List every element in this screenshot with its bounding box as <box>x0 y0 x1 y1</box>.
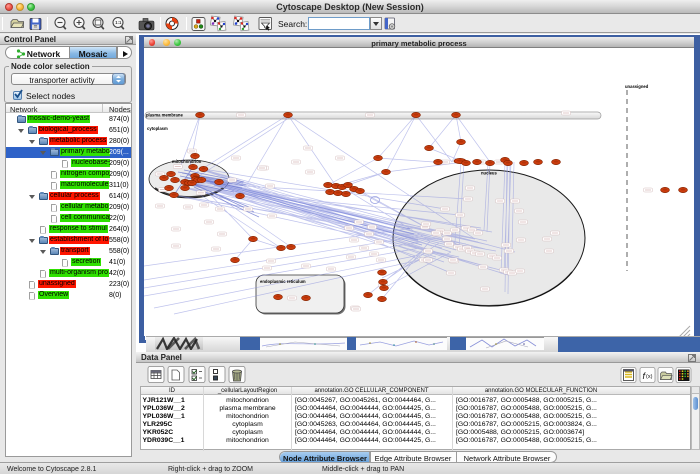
svg-text:(x): (x) <box>646 374 653 380</box>
svg-text:nucleus: nucleus <box>481 171 497 176</box>
svg-text:1:1: 1:1 <box>115 20 122 25</box>
svg-text:cytoplasm: cytoplasm <box>147 126 168 131</box>
svg-text:endoplasmic reticulum: endoplasmic reticulum <box>260 279 306 284</box>
svg-text:unassigned: unassigned <box>625 84 649 89</box>
svg-text:plasma membrane: plasma membrane <box>146 113 183 118</box>
svg-text:mitochondrion: mitochondrion <box>172 159 202 164</box>
